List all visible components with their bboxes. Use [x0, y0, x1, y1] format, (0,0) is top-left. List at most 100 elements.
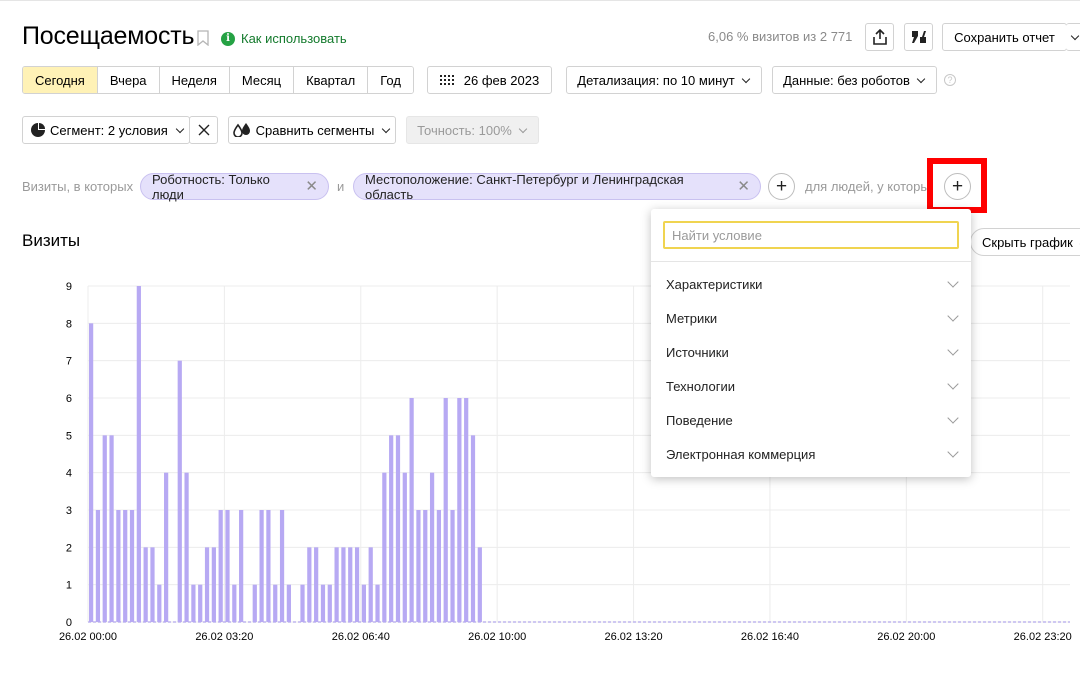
- clear-segment-button[interactable]: [189, 116, 218, 144]
- compare-segments-button[interactable]: Сравнить сегменты: [228, 116, 396, 144]
- bar: [143, 547, 148, 622]
- bar: [457, 398, 462, 622]
- chevron-down-icon: [947, 412, 959, 424]
- dropdown-item-behavior[interactable]: Поведение: [651, 403, 971, 437]
- upload-icon: [872, 29, 887, 45]
- bar: [368, 547, 373, 622]
- and-label: и: [337, 179, 345, 194]
- chevron-down-icon: [175, 124, 184, 133]
- data-filter-label: Данные: без роботов: [783, 72, 910, 88]
- dropdown-item-sources[interactable]: Источники: [651, 335, 971, 369]
- bar: [252, 584, 257, 622]
- segment-label: Сегмент: 2 условия: [50, 122, 168, 138]
- bar: [116, 510, 121, 622]
- detail-label: Детализация: по 10 минут: [577, 72, 735, 88]
- tab-quarter[interactable]: Квартал: [294, 67, 369, 93]
- bar: [409, 398, 414, 622]
- bar: [443, 398, 448, 622]
- data-filter-select[interactable]: Данные: без роботов: [772, 66, 937, 94]
- howto-label: Как использовать: [241, 31, 347, 46]
- dropdown-item-metrics[interactable]: Метрики: [651, 301, 971, 335]
- date-picker-button[interactable]: 26 фев 2023: [427, 66, 552, 94]
- bar: [204, 547, 210, 622]
- bar: [164, 472, 169, 622]
- close-icon[interactable]: ✕: [305, 179, 318, 194]
- dropdown-item-label: Поведение: [666, 412, 733, 428]
- bar: [95, 510, 101, 622]
- help-icon[interactable]: ?: [944, 74, 956, 86]
- bar: [150, 547, 155, 622]
- bar: [436, 510, 442, 622]
- bar: [389, 435, 394, 622]
- tab-today[interactable]: Сегодня: [23, 67, 98, 93]
- x-tick-label: 26.02 00:00: [59, 631, 117, 643]
- bar: [259, 510, 264, 622]
- close-icon[interactable]: ✕: [737, 179, 750, 194]
- bar: [334, 547, 339, 622]
- bar: [429, 472, 435, 622]
- compare-label: Сравнить сегменты: [255, 122, 375, 138]
- dropdown-item-characteristics[interactable]: Характеристики: [651, 267, 971, 301]
- y-tick-label: 5: [66, 430, 72, 442]
- chevron-down-icon: [382, 124, 391, 133]
- bar: [123, 510, 128, 622]
- hide-chart-button[interactable]: Скрыть график: [970, 228, 1080, 256]
- dropdown-item-label: Характеристики: [666, 276, 763, 292]
- chevron-down-icon: [947, 378, 959, 390]
- bar: [239, 510, 244, 622]
- bar: [320, 584, 326, 622]
- bar: [232, 584, 237, 622]
- chevron-down-icon: [947, 344, 959, 356]
- condition-chip-location[interactable]: Местоположение: Санкт-Петербург и Ленинг…: [353, 172, 761, 202]
- condition-chip-robots[interactable]: Роботность: Только люди ✕: [140, 172, 329, 202]
- tab-yesterday[interactable]: Вчера: [97, 67, 160, 93]
- save-report-button[interactable]: Сохранить отчет: [942, 23, 1067, 51]
- tab-week[interactable]: Неделя: [159, 67, 230, 93]
- y-tick-label: 2: [66, 542, 72, 554]
- y-tick-label: 1: [66, 580, 72, 592]
- bar: [361, 584, 366, 622]
- accuracy-label: Точность: 100%: [417, 122, 512, 138]
- info-icon: i: [221, 31, 235, 46]
- x-tick-label: 26.02 10:00: [468, 631, 526, 643]
- bar: [327, 584, 332, 622]
- top-divider: [0, 0, 1080, 1]
- bar: [102, 435, 107, 622]
- save-options-button[interactable]: [1066, 23, 1080, 51]
- feedback-button[interactable]: [904, 23, 933, 51]
- x-tick-label: 26.02 20:00: [877, 631, 935, 643]
- bar: [341, 547, 346, 622]
- x-tick-label: 26.02 23:20: [1014, 631, 1072, 643]
- bar: [157, 584, 162, 622]
- dropdown-item-ecommerce[interactable]: Электронная коммерция: [651, 437, 971, 471]
- accuracy-select[interactable]: Точность: 100%: [406, 116, 539, 144]
- bar: [136, 286, 141, 622]
- condition-search-input[interactable]: [663, 221, 959, 249]
- add-condition-button[interactable]: +: [768, 173, 795, 200]
- bar: [129, 510, 135, 622]
- bar: [279, 510, 285, 622]
- bar: [198, 584, 203, 622]
- y-tick-label: 3: [66, 505, 72, 517]
- howto-link[interactable]: i Как использовать: [221, 31, 347, 46]
- bookmark-icon[interactable]: [197, 30, 209, 46]
- y-tick-label: 8: [66, 318, 72, 330]
- chevron-down-icon: [947, 446, 959, 458]
- bar: [286, 584, 291, 622]
- tab-month[interactable]: Месяц: [229, 67, 295, 93]
- condition-dropdown: Характеристики Метрики Источники Техноло…: [651, 209, 971, 477]
- drops-icon: [232, 123, 250, 137]
- bar: [477, 547, 482, 622]
- bar: [382, 472, 387, 622]
- detail-select[interactable]: Детализация: по 10 минут: [566, 66, 762, 94]
- dropdown-item-label: Источники: [666, 344, 729, 360]
- date-label: 26 фев 2023: [463, 72, 540, 88]
- chevron-down-icon: [947, 310, 959, 322]
- chevron-down-icon: [741, 74, 750, 83]
- bar: [354, 547, 360, 622]
- segment-select[interactable]: Сегмент: 2 условия: [22, 116, 190, 144]
- bar: [218, 510, 223, 622]
- dropdown-item-technologies[interactable]: Технологии: [651, 369, 971, 403]
- tab-year[interactable]: Год: [368, 67, 413, 93]
- export-button[interactable]: [865, 23, 894, 51]
